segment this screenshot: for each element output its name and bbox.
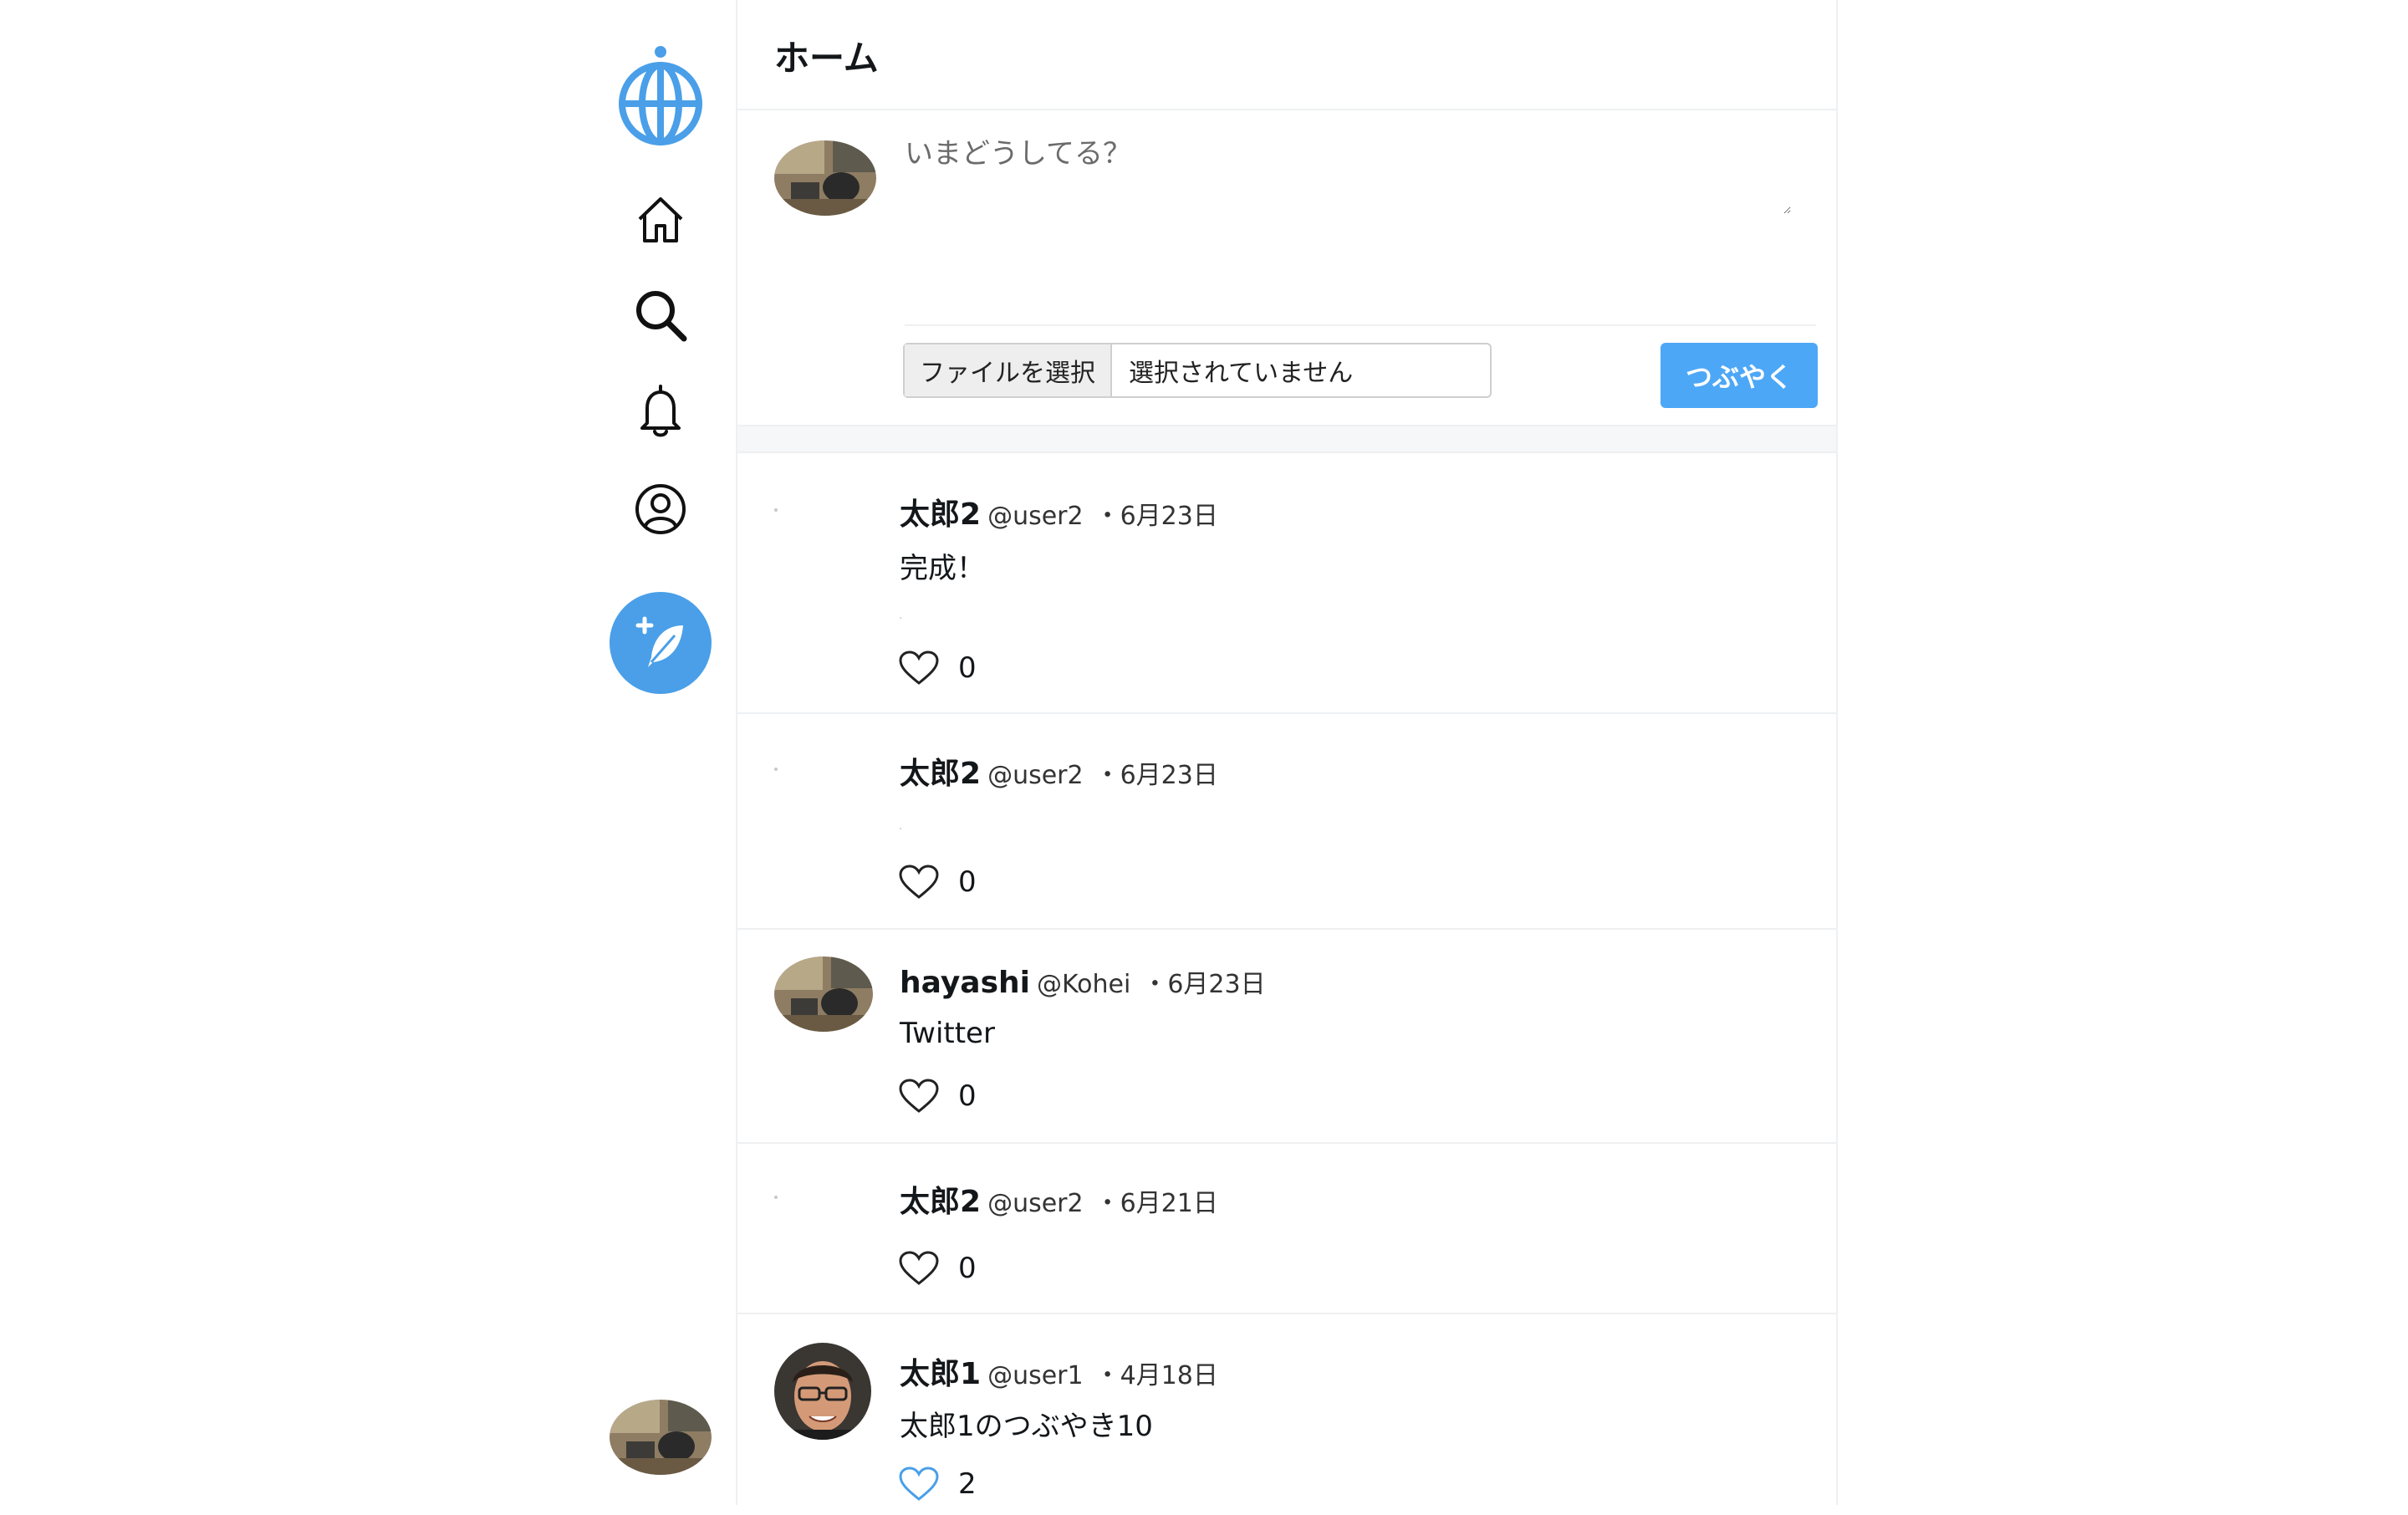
file-status: 選択されていません <box>1129 359 1354 388</box>
feather-icon <box>635 616 683 667</box>
file-select-button[interactable]: ファイルを選択 <box>905 344 1112 396</box>
account-avatar[interactable] <box>610 1400 712 1475</box>
sidebar-nav <box>585 0 736 1505</box>
tweet-date: ・6月23日 <box>1142 970 1266 999</box>
section-divider <box>737 425 1836 453</box>
tweet-author-handle: @user2 <box>987 761 1084 790</box>
timeline-feed: 太郎2 @user2 ・6月23日 完成！ 0 太郎2 @user2 ・6月23… <box>737 453 1836 1515</box>
tweet-actions: 0 <box>898 1077 977 1115</box>
avatar[interactable] <box>774 1196 778 1199</box>
like-count: 0 <box>958 1252 977 1285</box>
composer-avatar <box>774 140 876 216</box>
bell-icon[interactable] <box>631 383 690 441</box>
tweet-author-handle: @user1 <box>987 1361 1084 1390</box>
globe-logo-icon[interactable] <box>614 43 707 152</box>
composer-divider <box>905 324 1816 326</box>
file-input[interactable]: ファイルを選択 選択されていません <box>903 343 1492 398</box>
tweet-item[interactable]: 太郎1 @user1 ・4月18日 太郎1のつぶやき10 2 <box>737 1314 1836 1515</box>
tweet-author-name[interactable]: hayashi <box>900 966 1030 1000</box>
compose-button[interactable] <box>610 592 712 694</box>
page-title: ホーム <box>774 38 879 79</box>
avatar[interactable] <box>774 768 778 771</box>
tweet-item[interactable]: 太郎2 @user2 ・6月21日 0 <box>737 1144 1836 1314</box>
tweet-header: 太郎2 @user2 ・6月21日 <box>900 1177 1218 1221</box>
tweet-image <box>900 828 901 829</box>
tweet-author-name[interactable]: 太郎2 <box>900 490 981 533</box>
profile-icon[interactable] <box>631 480 690 538</box>
tweet-date: ・4月18日 <box>1094 1361 1218 1390</box>
tweet-composer: ファイルを選択 選択されていません つぶやく <box>737 110 1836 425</box>
like-count: 2 <box>958 1467 977 1501</box>
tweet-item[interactable]: hayashi @Kohei ・6月23日 Twitter 0 <box>737 930 1836 1144</box>
main-column: ホーム ファイルを選択 選択されていません つぶやく 太郎2 <box>736 0 1838 1505</box>
tweet-actions: 0 <box>898 863 977 901</box>
like-count: 0 <box>958 651 977 685</box>
avatar[interactable] <box>774 1343 871 1440</box>
like-count: 0 <box>958 1079 977 1113</box>
heart-icon[interactable] <box>898 649 940 687</box>
tweet-item[interactable]: 太郎2 @user2 ・6月23日 0 <box>737 714 1836 930</box>
tweet-date: ・6月23日 <box>1094 761 1218 790</box>
heart-icon[interactable] <box>898 863 940 901</box>
tweet-actions: 2 <box>898 1465 977 1503</box>
tweet-author-name[interactable]: 太郎1 <box>900 1349 981 1393</box>
tweet-submit-button[interactable]: つぶやく <box>1661 343 1818 408</box>
tweet-author-handle: @Kohei <box>1036 970 1131 999</box>
tweet-author-name[interactable]: 太郎2 <box>900 749 981 793</box>
tweet-text: Twitter <box>900 1017 995 1050</box>
heart-icon[interactable] <box>898 1077 940 1115</box>
tweet-actions: 0 <box>898 649 977 687</box>
tweet-author-name[interactable]: 太郎2 <box>900 1177 981 1221</box>
tweet-header: 太郎1 @user1 ・4月18日 <box>900 1349 1218 1393</box>
heart-icon[interactable] <box>898 1249 940 1288</box>
tweet-date: ・6月23日 <box>1094 502 1218 531</box>
tweet-text: 完成！ <box>900 552 985 585</box>
home-icon[interactable] <box>631 191 690 249</box>
tweet-actions: 0 <box>898 1249 977 1288</box>
tweet-date: ・6月21日 <box>1094 1189 1218 1218</box>
tweet-item[interactable]: 太郎2 @user2 ・6月23日 完成！ 0 <box>737 453 1836 714</box>
search-icon[interactable] <box>631 286 690 344</box>
tweet-image <box>900 617 901 619</box>
tweet-header: 太郎2 @user2 ・6月23日 <box>900 749 1218 793</box>
page-header: ホーム <box>737 0 1836 110</box>
tweet-header: 太郎2 @user2 ・6月23日 <box>900 490 1218 533</box>
tweet-header: hayashi @Kohei ・6月23日 <box>900 963 1266 1000</box>
like-count: 0 <box>958 865 977 899</box>
avatar[interactable] <box>774 956 873 1032</box>
tweet-input[interactable] <box>905 130 1791 214</box>
avatar[interactable] <box>774 508 778 512</box>
tweet-text: 太郎1のつぶやき10 <box>900 1410 1153 1443</box>
tweet-author-handle: @user2 <box>987 1189 1084 1218</box>
tweet-author-handle: @user2 <box>987 502 1084 531</box>
heart-icon[interactable] <box>898 1465 940 1503</box>
